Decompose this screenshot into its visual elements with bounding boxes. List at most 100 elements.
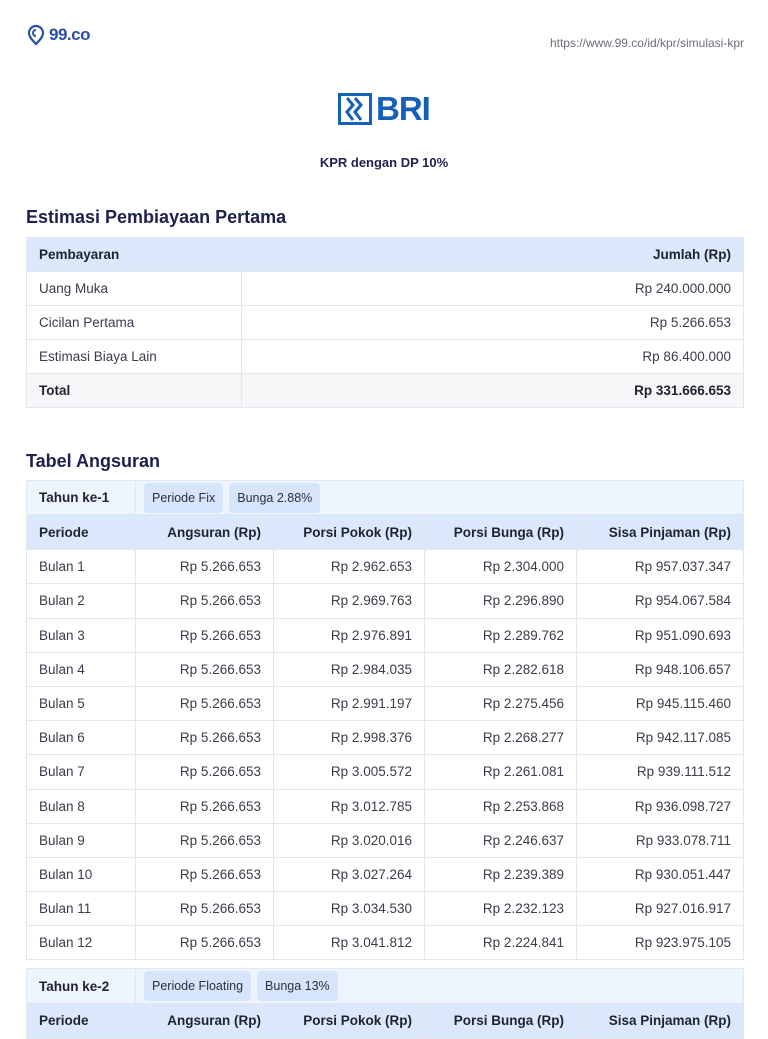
estimasi-title: Estimasi Pembiayaan Pertama — [26, 207, 287, 227]
amount-cell: Rp 957.037.347 — [576, 549, 744, 585]
amount-cell: Rp 923.975.105 — [576, 925, 744, 961]
column-header: Angsuran (Rp) — [135, 1002, 274, 1039]
year-header-row: Tahun ke-2 Periode Floating Bunga 13% — [26, 968, 744, 1004]
amount-cell: Rp 927.016.917 — [576, 891, 744, 927]
column-header: Periode — [26, 514, 136, 551]
amount-cell: Rp 939.111.512 — [576, 754, 744, 790]
amount-cell: Rp 2.253.868 — [424, 788, 577, 824]
periode-cell: Bulan 8 — [26, 788, 136, 824]
amount-cell: Rp 5.266.653 — [135, 788, 274, 824]
amount-cell: Rp 5.266.653 — [135, 891, 274, 927]
total-row: Total Rp 331.666.653 — [26, 373, 744, 408]
table-row: Cicilan Pertama Rp 5.266.653 — [26, 305, 744, 340]
table-row: Bulan 11 Rp 5.266.653 Rp 3.034.530 Rp 2.232… — [26, 891, 744, 927]
total-value: Rp 331.666.653 — [241, 373, 744, 408]
amount-cell: Rp 5.266.653 — [135, 925, 274, 961]
table-row: Bulan 10 Rp 5.266.653 Rp 3.027.264 Rp 2.239… — [26, 856, 744, 893]
table-row: Estimasi Biaya Lain Rp 86.400.000 — [26, 339, 744, 374]
amount-cell: Rp 2.246.637 — [424, 822, 577, 858]
table-row: Bulan 12 Rp 5.266.653 Rp 3.041.812 Rp 2.224… — [26, 925, 744, 961]
table-row: Bulan 7 Rp 5.266.653 Rp 3.005.572 Rp 2.261.… — [26, 754, 744, 790]
amount-cell: Rp 5.266.653 — [135, 822, 274, 858]
amount-cell: Rp 2.991.197 — [273, 685, 425, 722]
amount-cell: Rp 2.976.891 — [273, 617, 425, 653]
amount-cell: Rp 2.984.035 — [273, 651, 425, 687]
amount-cell: Rp 936.098.727 — [576, 788, 744, 824]
column-header: Periode — [26, 1002, 136, 1039]
table-row: Bulan 6 Rp 5.266.653 Rp 2.998.376 Rp 2.268.… — [26, 720, 744, 756]
column-header: Sisa Pinjaman (Rp) — [576, 1002, 744, 1039]
row-label: Uang Muka — [26, 271, 242, 306]
row-label: Estimasi Biaya Lain — [26, 339, 242, 374]
amount-cell: Rp 3.027.264 — [273, 856, 425, 893]
page-url: https://www.99.co/id/kpr/simulasi-kpr — [549, 36, 744, 50]
amount-cell: Rp 3.020.016 — [273, 822, 425, 858]
99co-logo[interactable]: 99.co — [26, 24, 90, 46]
table-row: Bulan 2 Rp 5.266.653 Rp 2.969.763 Rp 2.296.… — [26, 583, 744, 619]
table-row: Bulan 5 Rp 5.266.653 Rp 2.991.197 Rp 2.275.… — [26, 685, 744, 722]
table-row: Bulan 1 Rp 5.266.653 Rp 2.962.653 Rp 2.304.… — [26, 549, 744, 585]
row-value: Rp 240.000.000 — [241, 271, 744, 306]
periode-cell: Bulan 4 — [26, 651, 136, 687]
periode-cell: Bulan 9 — [26, 822, 136, 858]
table-header-row: Periode Angsuran (Rp) Porsi Pokok (Rp) Pors… — [26, 1002, 744, 1039]
amount-cell: Rp 3.034.530 — [273, 891, 425, 927]
year-spacer — [26, 959, 744, 970]
periode-cell: Bulan 6 — [26, 720, 136, 756]
amount-cell: Rp 2.268.277 — [424, 720, 577, 756]
amount-cell: Rp 5.266.653 — [135, 754, 274, 790]
table-row: Bulan 4 Rp 5.266.653 Rp 2.984.035 Rp 2.282.… — [26, 651, 744, 687]
row-label: Cicilan Pertama — [26, 305, 242, 340]
year-badges: Periode Fix Bunga 2.88% — [135, 479, 744, 516]
amount-cell: Rp 2.275.456 — [424, 685, 577, 722]
periode-cell: Bulan 2 — [26, 583, 136, 619]
column-header: Sisa Pinjaman (Rp) — [576, 514, 744, 551]
amount-cell: Rp 5.266.653 — [135, 617, 274, 653]
amount-cell: Rp 2.239.389 — [424, 856, 577, 893]
table-row: Bulan 8 Rp 5.266.653 Rp 3.012.785 Rp 2.253.… — [26, 788, 744, 824]
column-header: Porsi Pokok (Rp) — [273, 514, 425, 551]
amount-cell: Rp 2.282.618 — [424, 651, 577, 687]
year-header-row: Tahun ke-1 Periode Fix Bunga 2.88% — [26, 479, 744, 516]
bunga-badge: Bunga 2.88% — [229, 482, 321, 513]
amount-cell: Rp 2.289.762 — [424, 617, 577, 653]
column-header: Jumlah (Rp) — [241, 237, 744, 272]
table-row: Uang Muka Rp 240.000.000 — [26, 271, 744, 306]
amount-cell: Rp 2.232.123 — [424, 891, 577, 927]
amount-cell: Rp 3.041.812 — [273, 925, 425, 961]
column-header: Porsi Bunga (Rp) — [424, 1002, 577, 1039]
column-header: Pembayaran — [26, 237, 242, 272]
column-header: Porsi Pokok (Rp) — [273, 1002, 425, 1039]
table-row: Bulan 9 Rp 5.266.653 Rp 3.020.016 Rp 2.246.… — [26, 822, 744, 858]
spacer-cell — [26, 959, 744, 970]
amount-cell: Rp 3.005.572 — [273, 754, 425, 790]
amount-cell: Rp 2.969.763 — [273, 583, 425, 619]
bri-mark-icon — [338, 92, 372, 125]
amount-cell: Rp 942.117.085 — [576, 720, 744, 756]
amount-cell: Rp 5.266.653 — [135, 651, 274, 687]
amount-cell: Rp 948.106.657 — [576, 651, 744, 687]
year-label: Tahun ke-2 — [26, 968, 136, 1004]
amount-cell: Rp 933.078.711 — [576, 822, 744, 858]
amount-cell: Rp 5.266.653 — [135, 549, 274, 585]
angsuran-table: Tahun ke-1 Periode Fix Bunga 2.88% Periode A… — [26, 479, 744, 1039]
year-label: Tahun ke-1 — [26, 479, 136, 516]
amount-cell: Rp 2.296.890 — [424, 583, 577, 619]
amount-cell: Rp 954.067.584 — [576, 583, 744, 619]
periode-cell: Bulan 3 — [26, 617, 136, 653]
bunga-badge: Bunga 13% — [257, 971, 338, 1002]
periode-badge: Periode Floating — [144, 971, 252, 1002]
periode-badge: Periode Fix — [144, 482, 224, 513]
periode-cell: Bulan 11 — [26, 891, 136, 927]
amount-cell: Rp 2.261.081 — [424, 754, 577, 790]
amount-cell: Rp 2.998.376 — [273, 720, 425, 756]
table-header-row: Periode Angsuran (Rp) Porsi Pokok (Rp) Pors… — [26, 514, 744, 551]
amount-cell: Rp 945.115.460 — [576, 685, 744, 722]
table-row: Bulan 3 Rp 5.266.653 Rp 2.976.891 Rp 2.289.… — [26, 617, 744, 653]
amount-cell: Rp 2.304.000 — [424, 549, 577, 585]
column-header: Porsi Bunga (Rp) — [424, 514, 577, 551]
row-value: Rp 86.400.000 — [241, 339, 744, 374]
amount-cell: Rp 2.224.841 — [424, 925, 577, 961]
location-pin-icon — [27, 24, 45, 46]
amount-cell: Rp 5.266.653 — [135, 685, 274, 722]
